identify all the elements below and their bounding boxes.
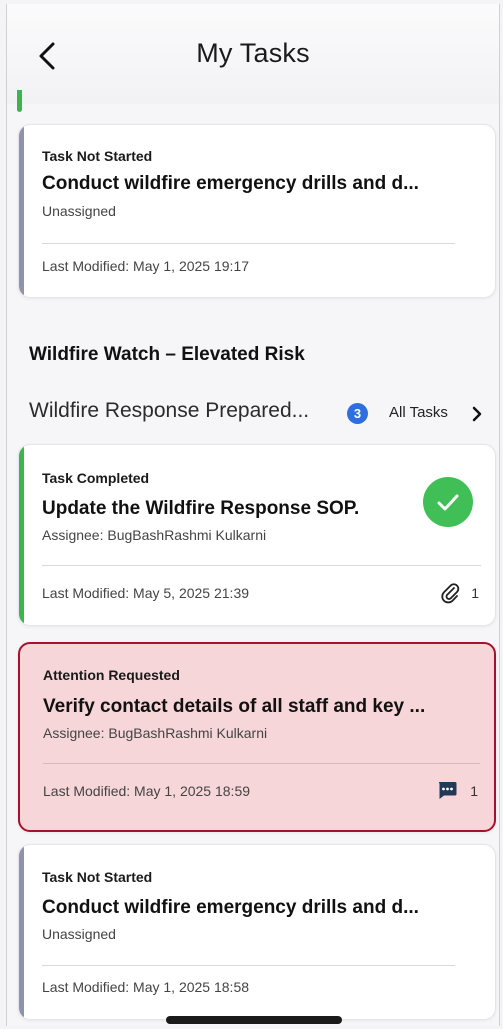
completed-check-icon: [423, 477, 473, 527]
plan-row: Wildfire Response Prepared... 3 All Task…: [7, 396, 499, 430]
header: My Tasks: [7, 4, 499, 104]
comment-icon: [438, 782, 457, 799]
last-modified: Last Modified: May 1, 2025 18:58: [42, 979, 250, 995]
task-assignee: Assignee: BugBashRashmi Kulkarni: [42, 527, 267, 543]
attachment-count: 1: [471, 585, 479, 601]
all-tasks-link[interactable]: All Tasks: [389, 404, 448, 421]
page-title: My Tasks: [196, 38, 310, 68]
task-name: Update the Wildfire Response SOP.: [42, 498, 360, 519]
plan-name: Wildfire Response Prepared...: [29, 399, 310, 422]
last-modified: Last Modified: May 5, 2025 21:39: [42, 585, 250, 601]
task-status: Task Completed: [42, 470, 150, 486]
task-status: Task Not Started: [42, 148, 153, 164]
task-name: Conduct wildfire emergency drills and d.…: [42, 173, 419, 194]
task-card[interactable]: Attention Requested Verify contact detai…: [18, 642, 496, 832]
task-card[interactable]: Task Completed Update the Wildfire Respo…: [18, 444, 496, 626]
task-status: Task Not Started: [42, 869, 153, 885]
task-name: Conduct wildfire emergency drills and d.…: [42, 897, 419, 918]
divider: [43, 763, 480, 764]
task-name: Verify contact details of all staff and …: [43, 696, 426, 717]
task-status: Attention Requested: [43, 667, 180, 683]
divider: [42, 965, 455, 966]
task-assignee: Unassigned: [42, 926, 116, 942]
task-card[interactable]: Task Not Started Conduct wildfire emerge…: [18, 844, 496, 1020]
last-modified: Last Modified: May 1, 2025 19:17: [42, 258, 250, 274]
section-title: Wildfire Watch – Elevated Risk: [29, 344, 305, 365]
last-modified: Last Modified: May 1, 2025 18:59: [43, 783, 251, 799]
paperclip-icon: [441, 583, 460, 604]
task-card[interactable]: Task Not Started Conduct wildfire emerge…: [18, 124, 496, 298]
status-bar: [19, 445, 24, 625]
comment-count: 1: [470, 783, 478, 799]
task-assignee: Unassigned: [42, 203, 116, 219]
home-indicator: [166, 1016, 342, 1024]
divider: [42, 565, 481, 566]
chevron-right-icon[interactable]: [470, 404, 484, 424]
task-assignee: Assignee: BugBashRashmi Kulkarni: [43, 725, 268, 741]
previous-card-edge: [17, 90, 22, 112]
status-bar: [19, 845, 24, 1019]
status-bar: [19, 125, 24, 297]
task-count-badge: 3: [347, 403, 368, 424]
screen: My Tasks Task Not Started Conduct wildfi…: [6, 4, 500, 1026]
divider: [42, 243, 455, 244]
